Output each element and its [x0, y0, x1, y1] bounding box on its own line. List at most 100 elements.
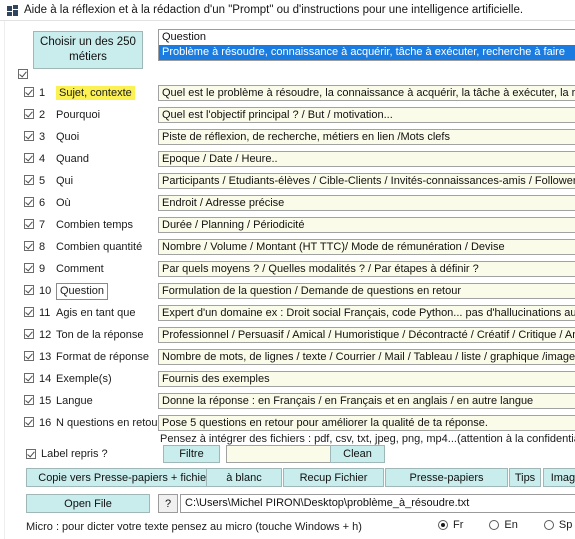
- label-repris-checkbox[interactable]: [26, 449, 36, 459]
- language-radio-en[interactable]: En: [489, 519, 518, 531]
- row-label[interactable]: Où: [56, 192, 71, 214]
- question-list[interactable]: Question Problème à résoudre, connaissan…: [158, 29, 575, 61]
- row-value-input[interactable]: Piste de réflexion, de recherche, métier…: [158, 129, 575, 145]
- row-checkbox[interactable]: [24, 285, 34, 295]
- row-label[interactable]: Agis en tant que: [56, 302, 136, 324]
- row-checkbox[interactable]: [24, 373, 34, 383]
- label-repris-text: Label repris ?: [41, 448, 108, 460]
- row-number: 1: [39, 87, 46, 99]
- row-value-input[interactable]: Expert d'un domaine ex : Droit social Fr…: [158, 305, 575, 321]
- row-checkbox[interactable]: [24, 263, 34, 273]
- radio-dot[interactable]: [543, 520, 554, 530]
- row-number: 12: [39, 329, 52, 341]
- prompt-row: 2 Pourquoi Quel est l'objectif principal ?…: [0, 104, 575, 126]
- row-label[interactable]: Quand: [56, 148, 89, 170]
- row-checkbox[interactable]: [24, 241, 34, 251]
- select-all-checkbox[interactable]: [18, 69, 28, 79]
- row-number: 13: [39, 351, 52, 363]
- help-button[interactable]: ?: [158, 494, 178, 513]
- row-checkbox[interactable]: [24, 153, 34, 163]
- row-value-input[interactable]: Durée / Planning / Périodicité: [158, 217, 575, 233]
- language-radio-fr[interactable]: Fr: [438, 519, 463, 531]
- row-label[interactable]: Exemple(s): [56, 368, 112, 390]
- row-value-input[interactable]: Endroit / Adresse précise: [158, 195, 575, 211]
- row-checkbox[interactable]: [24, 219, 34, 229]
- prompt-row: 15 Langue Donne la réponse : en Français /…: [0, 390, 575, 412]
- row-number: 10: [39, 285, 52, 297]
- row-label[interactable]: Ton de la réponse: [56, 324, 143, 346]
- row-number: 8: [39, 241, 46, 253]
- row-number: 14: [39, 373, 52, 385]
- row-checkbox[interactable]: [24, 307, 34, 317]
- language-radio-sp[interactable]: Sp: [543, 519, 573, 531]
- row-label[interactable]: Sujet, contexte: [56, 86, 135, 100]
- row-label[interactable]: Combien temps: [56, 214, 133, 236]
- prompt-row: 5 Qui Participants / Etudiants-élèves / Ci…: [0, 170, 575, 192]
- row-value-input[interactable]: Pose 5 questions en retour pour améliore…: [158, 415, 575, 431]
- row-checkbox[interactable]: [24, 197, 34, 207]
- row-number: 15: [39, 395, 52, 407]
- question-selected-item[interactable]: Problème à résoudre, connaissance à acqu…: [159, 45, 575, 60]
- row-label[interactable]: Qui: [56, 170, 73, 192]
- row-label[interactable]: Format de réponse: [56, 346, 149, 368]
- clean-button[interactable]: Clean: [330, 445, 385, 463]
- row-checkbox[interactable]: [24, 329, 34, 339]
- copy-to-clipboard-and-file-button[interactable]: Copie vers Presse-papiers + fichier: [26, 468, 222, 487]
- row-checkbox[interactable]: [24, 417, 34, 427]
- open-file-button[interactable]: Open File: [26, 494, 150, 513]
- prompt-row: 6 Où Endroit / Adresse précise: [0, 192, 575, 214]
- tips-button[interactable]: Tips: [509, 468, 541, 487]
- title-divider: [0, 20, 575, 21]
- prompt-row: 3 Quoi Piste de réflexion, de recherche, m…: [0, 126, 575, 148]
- row-value-input[interactable]: Quel est l'objectif principal ? / But / …: [158, 107, 575, 123]
- row-label[interactable]: Langue: [56, 390, 93, 412]
- prompt-row: 9 Comment Par quels moyens ? / Quelles mod…: [0, 258, 575, 280]
- row-label[interactable]: Question: [56, 283, 109, 300]
- label-repris-row[interactable]: Label repris ?: [26, 448, 108, 460]
- app-icon: [7, 4, 18, 16]
- radio-dot[interactable]: [489, 520, 500, 530]
- prompt-row: 11 Agis en tant que Expert d'un domaine ex…: [0, 302, 575, 324]
- row-value-input[interactable]: Quel est le problème à résoudre, la conn…: [158, 85, 575, 101]
- row-checkbox[interactable]: [24, 109, 34, 119]
- language-radio-label: Sp: [558, 519, 573, 531]
- prompt-row: 12 Ton de la réponse Professionnel / Persu…: [0, 324, 575, 346]
- row-label[interactable]: Pourquoi: [56, 104, 100, 126]
- row-value-input[interactable]: Participants / Etudiants-élèves / Cible-…: [158, 173, 575, 189]
- row-value-input[interactable]: Formulation de la question / Demande de …: [158, 283, 575, 299]
- row-label[interactable]: Quoi: [56, 126, 79, 148]
- row-checkbox[interactable]: [24, 87, 34, 97]
- image-button[interactable]: Image: [543, 468, 575, 487]
- row-checkbox[interactable]: [24, 395, 34, 405]
- blank-button[interactable]: à blanc: [206, 468, 282, 487]
- row-label[interactable]: Combien quantité: [56, 236, 142, 258]
- prompt-row: 4 Quand Epoque / Date / Heure..: [0, 148, 575, 170]
- row-value-input[interactable]: Donne la réponse : en Français / en Fran…: [158, 393, 575, 409]
- row-number: 11: [39, 307, 51, 319]
- row-value-input[interactable]: Epoque / Date / Heure..: [158, 151, 575, 167]
- row-label[interactable]: Comment: [56, 258, 104, 280]
- row-checkbox[interactable]: [24, 131, 34, 141]
- filtre-button[interactable]: Filtre: [163, 445, 220, 463]
- prompt-row: 13 Format de réponse Nombre de mots, de li…: [0, 346, 575, 368]
- file-path-input[interactable]: C:\Users\Michel PIRON\Desktop\problème_à…: [180, 494, 575, 513]
- row-value-input[interactable]: Nombre / Volume / Montant (HT TTC)/ Mode…: [158, 239, 575, 255]
- clipboard-button[interactable]: Presse-papiers: [385, 468, 508, 487]
- row-label[interactable]: N questions en retour: [56, 412, 161, 434]
- row-value-input[interactable]: Par quels moyens ? / Quelles modalités ?…: [158, 261, 575, 277]
- row-checkbox[interactable]: [24, 175, 34, 185]
- radio-dot[interactable]: [438, 520, 448, 530]
- row-number: 16: [39, 417, 52, 429]
- row-checkbox[interactable]: [24, 351, 34, 361]
- row-value-input[interactable]: Professionnel / Persuasif / Amical / Hum…: [158, 327, 575, 343]
- filter-input[interactable]: [226, 445, 338, 463]
- choose-metier-button[interactable]: Choisir un des 250 métiers: [33, 31, 143, 69]
- prompt-row: 8 Combien quantité Nombre / Volume / Monta…: [0, 236, 575, 258]
- row-number: 5: [39, 175, 46, 187]
- row-value-input[interactable]: Fournis des exemples: [158, 371, 575, 387]
- prompt-rows: 1 Sujet, contexte Quel est le problème à r…: [0, 82, 575, 434]
- row-value-input[interactable]: Nombre de mots, de lignes / texte / Cour…: [158, 349, 575, 365]
- prompt-row: 1 Sujet, contexte Quel est le problème à r…: [0, 82, 575, 104]
- row-number: 6: [39, 197, 46, 209]
- recover-file-button[interactable]: Recup Fichier: [283, 468, 384, 487]
